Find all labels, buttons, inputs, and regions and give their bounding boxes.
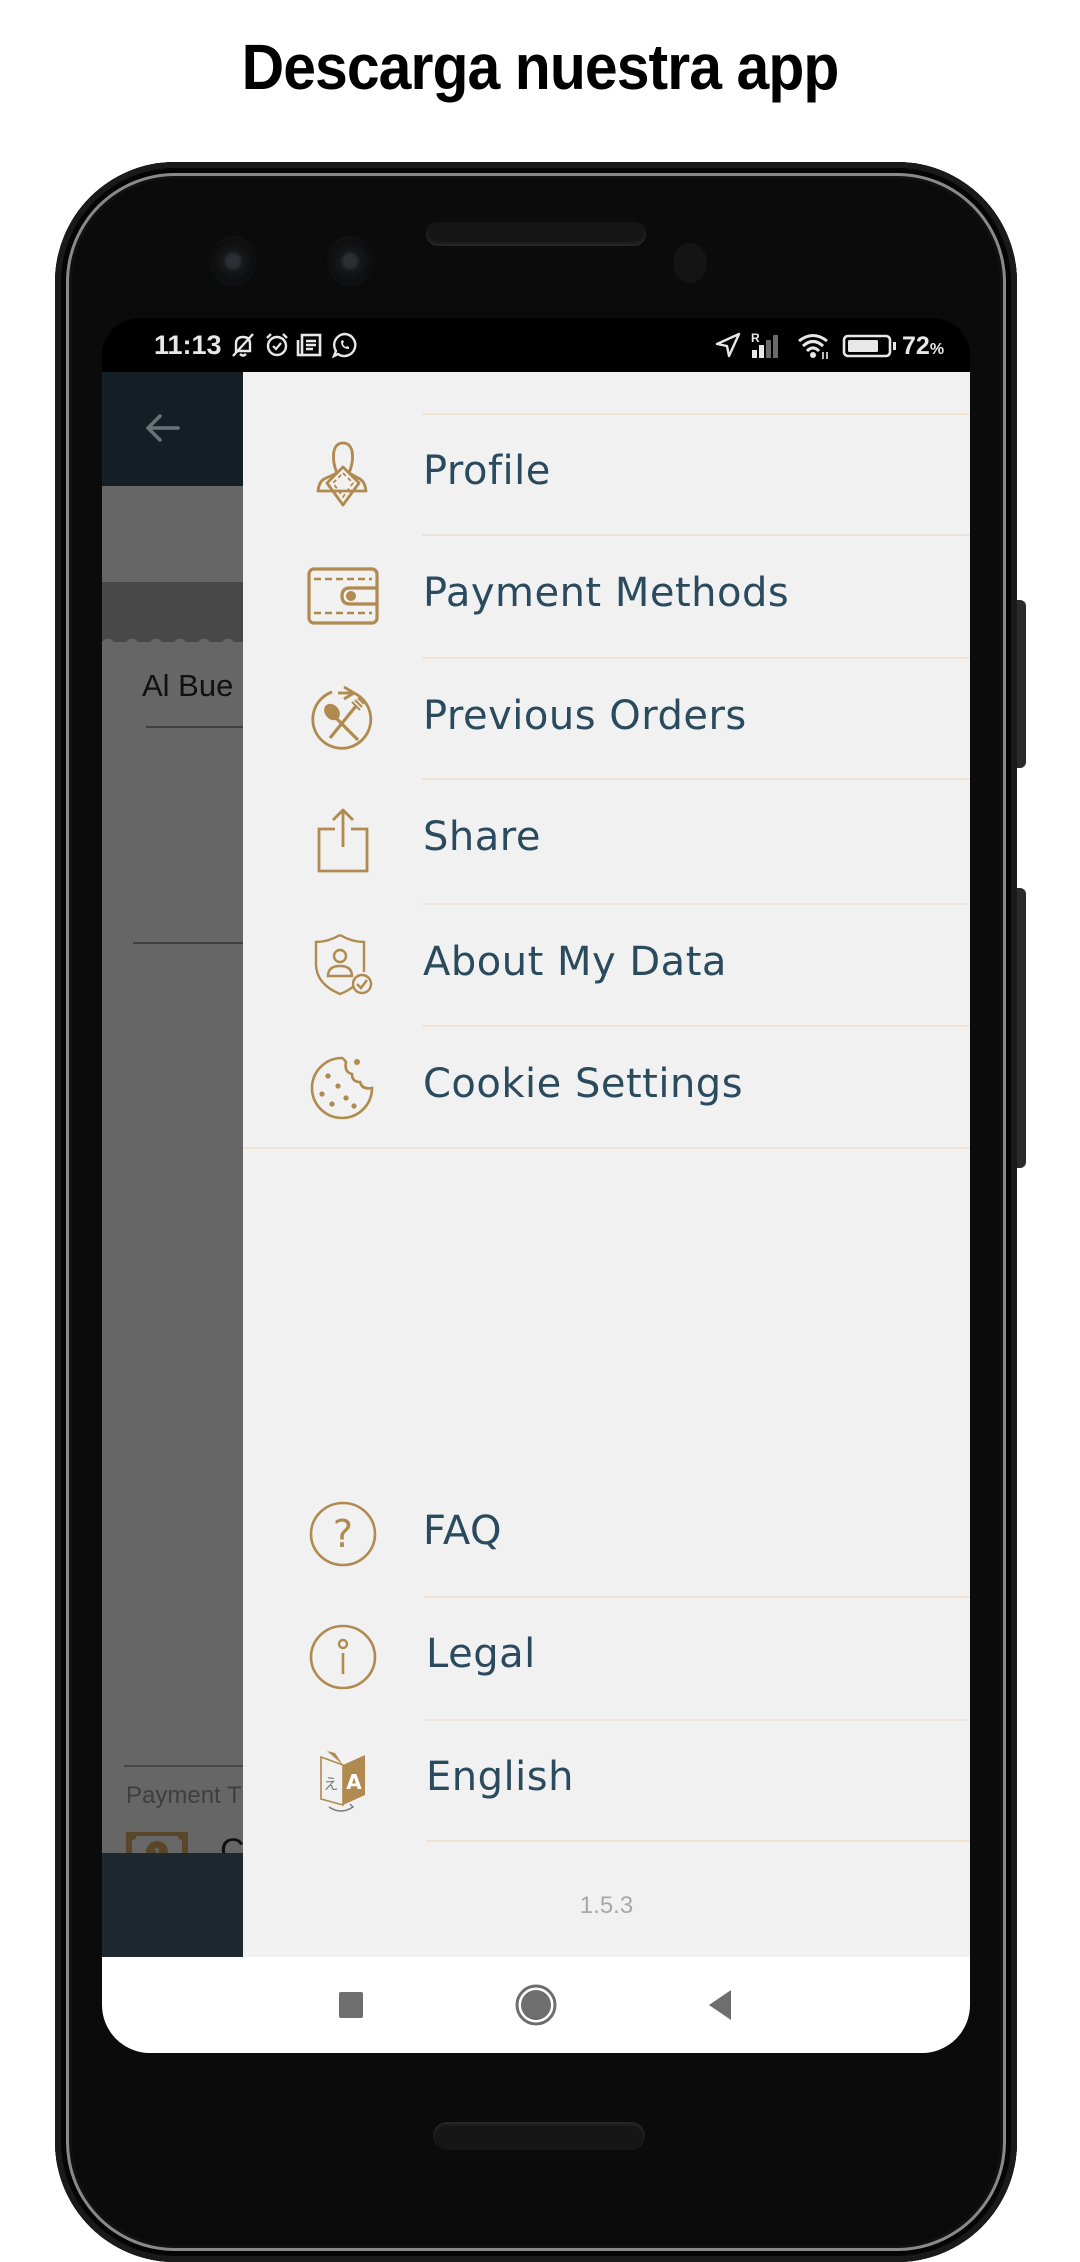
system-navigation-bar (102, 1957, 970, 2053)
battery-percent-value: 72 (902, 332, 930, 360)
separator (243, 1147, 970, 1149)
battery-percent: 72% (902, 332, 944, 361)
previous-orders-icon (305, 681, 381, 757)
signal-roaming-icon: R (750, 330, 784, 360)
wallet-icon (305, 558, 381, 634)
arrow-left-icon[interactable] (142, 408, 182, 448)
home-circle-icon[interactable] (512, 1981, 560, 2029)
menu-item-cookie-settings[interactable]: Cookie Settings (243, 1026, 970, 1148)
location-icon (714, 330, 742, 360)
earpiece-speaker (426, 222, 646, 246)
svg-text:A: A (346, 1770, 362, 1794)
app-version: 1.5.3 (579, 1892, 634, 1919)
menu-item-previous-orders[interactable]: Previous Orders (243, 658, 970, 780)
data-privacy-shield-icon (305, 927, 381, 1003)
menu-item-payment-methods[interactable]: Payment Methods (243, 535, 970, 657)
menu-label: Cookie Settings (423, 1061, 744, 1107)
wifi-icon (796, 330, 830, 360)
menu-item-about-my-data[interactable]: About My Data (243, 904, 970, 1026)
volume-button (1017, 600, 1026, 768)
alarm-icon (262, 330, 292, 360)
bottom-speaker (433, 2122, 645, 2150)
separator (426, 1840, 970, 1842)
menu-label: About My Data (423, 939, 727, 985)
menu-label: Legal (426, 1631, 536, 1677)
back-triangle-icon[interactable] (696, 1981, 744, 2029)
menu-label: Profile (423, 448, 551, 494)
front-camera-secondary (327, 236, 373, 286)
menu-item-language[interactable]: Aえ English (243, 1719, 970, 1841)
wavy-edge (102, 638, 243, 649)
recents-square-icon[interactable] (327, 1981, 375, 2029)
translate-icon: Aえ (305, 1742, 381, 1818)
cookie-icon (305, 1049, 381, 1125)
proximity-sensor (673, 243, 707, 283)
menu-label: FAQ (423, 1508, 502, 1554)
menu-label: Payment Methods (423, 570, 790, 616)
svg-text:R: R (751, 331, 760, 345)
svg-text:?: ? (333, 1512, 353, 1556)
battery-percent-suffix: % (929, 341, 945, 358)
menu-label: English (426, 1754, 574, 1800)
menu-label: Share (423, 814, 541, 860)
payment-type-label: Payment T (126, 1782, 242, 1809)
whatsapp-icon (330, 330, 360, 360)
bell-off-icon (228, 330, 258, 360)
profile-napkin-icon (305, 436, 381, 512)
status-bar: 11:13 R 72% (102, 318, 970, 372)
news-icon (296, 330, 324, 360)
navigation-drawer: Profile Payment Methods Previous Orders … (243, 372, 970, 1957)
menu-item-profile[interactable]: Profile (243, 413, 970, 535)
menu-label: Previous Orders (423, 693, 747, 739)
store-name: Al Bue (142, 668, 234, 703)
battery-icon (842, 330, 898, 360)
svg-text:え: え (323, 1775, 338, 1793)
share-icon (305, 802, 381, 878)
question-circle-icon: ? (305, 1496, 381, 1572)
power-button (1017, 888, 1026, 1168)
status-time: 11:13 (154, 330, 222, 360)
promo-title: Descarga nuestra app (241, 31, 840, 103)
info-circle-icon (305, 1619, 381, 1695)
phone-screen: 11:13 R 72% Al Bue Payment T C Profile P… (102, 318, 970, 2053)
menu-item-legal[interactable]: Legal (243, 1596, 970, 1718)
menu-item-faq[interactable]: ? FAQ (243, 1473, 970, 1595)
front-camera (210, 236, 256, 286)
menu-item-share[interactable]: Share (243, 779, 970, 901)
